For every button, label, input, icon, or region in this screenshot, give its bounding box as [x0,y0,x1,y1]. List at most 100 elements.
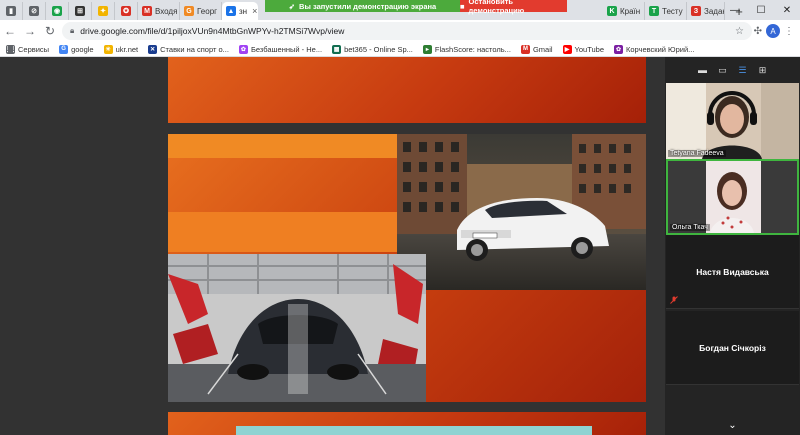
bookmark-label: Корчевский Юрий... [626,44,695,54]
bookmark-item[interactable]: ▸ FlashScore: настоль... [422,44,511,54]
view-switcher: ▬ ▭ ☰ ⊞ [665,57,800,83]
bookmark-favicon-icon: ✿ [614,44,624,54]
maximize-button[interactable]: ☐ [748,0,774,20]
share-message: Вы запустили демонстрацию экрана [299,1,437,11]
bookmark-favicon-icon: ▶ [562,44,572,54]
participant-video-tile[interactable]: Tetyana Fadeeva [666,83,799,159]
bookmark-item[interactable]: ✳ ukr.net [103,44,139,54]
slide-next [168,412,646,435]
tab-drive[interactable]: ▲ зн × [222,2,258,20]
bookmark-favicon-icon: ✳ [103,44,113,54]
close-tab-icon[interactable]: × [252,6,257,16]
bookmark-favicon-icon: M [520,44,530,54]
share-icon: ➶ [288,1,296,11]
drive-file-viewer[interactable] [0,57,665,435]
favicon-icon: ✦ [98,6,108,16]
back-icon[interactable]: ← [0,21,20,41]
bookmark-label: bet365 - Online Sp... [344,44,413,54]
bookmark-item[interactable]: M Gmail [520,44,553,54]
tab-label: зн [239,6,248,16]
bookmark-favicon-icon: ▸ [422,44,432,54]
speaker-view-icon[interactable]: ▭ [717,65,729,75]
mic-muted-icon [670,296,678,304]
tab-5[interactable]: ✦ [92,2,115,20]
tab-zadan[interactable]: З Задан [687,2,725,20]
browser-toolbar: ← → ↻ 🔒︎ drive.google.com/file/d/1piljox… [0,20,800,42]
participant-name-tile[interactable]: Настя Видавська [666,235,799,309]
slide-band-middle [168,212,398,252]
tab-1[interactable]: ▮ [0,2,23,20]
bookmark-favicon-icon: ✕ [148,44,158,54]
slide-current [168,134,646,402]
bookmark-label: Ставки на спорт о... [160,44,229,54]
bookmark-item[interactable]: ▶ YouTube [562,44,605,54]
tab-6[interactable]: ✪ [115,2,138,20]
favicon-icon: ▲ [226,6,236,16]
favicon-icon: ⊘ [29,6,39,16]
bookmark-favicon-icon: ✿ [238,44,248,54]
participant-name: Настя Видавська [696,266,769,277]
favicon-icon: G [184,6,194,16]
participant-name-tile[interactable]: Богдан Січкоріз [666,311,799,385]
favicon-icon: T [649,6,659,16]
minimize-button[interactable]: — [722,0,748,20]
participant-name: Богдан Січкоріз [699,342,766,353]
bookmark-label: YouTube [574,44,605,54]
tab-test[interactable]: T Тесту [645,2,687,20]
bookmark-label: google [71,44,94,54]
bookmark-star-icon[interactable]: ☆ [735,26,744,37]
car-photo [397,134,646,290]
favicon-icon: ◉ [52,6,62,16]
bookmarks-bar: ⋮⋮ Сервисы Ggoogle ✳ ukr.net ✕ Ставки на спорт… [0,42,800,57]
participant-video-tile-active[interactable]: Ольга Ткач [666,159,799,235]
bookmark-item[interactable]: ⋮⋮ Сервисы [5,44,50,54]
tab-label: Країн [620,6,641,16]
extensions-icon[interactable]: ✣ [754,26,762,37]
stop-share-button[interactable]: ■ Остановить демонстрацию [460,0,567,15]
slide-next-title-box [236,426,592,435]
tab-label: Георг [197,6,218,16]
screen-share-banner: ➶ Вы запустили демонстрацию экрана ■ Ост… [265,0,567,15]
strip-view-icon[interactable]: ☰ [737,65,749,75]
tab-krai[interactable]: K Країн [603,2,645,20]
bookmark-label: Сервисы [18,44,50,54]
tab-georg[interactable]: G Георг [180,2,222,20]
forward-icon[interactable]: → [20,21,40,41]
slide-previous [168,57,646,123]
participant-name: Tetyana Fadeeva [668,150,726,157]
bookmark-favicon-icon: G [59,44,69,54]
stop-icon: ■ [460,1,465,11]
favicon-icon: З [691,6,701,16]
bookmark-item[interactable]: ✿ Безбашенный - Не... [238,44,323,54]
tab-2[interactable]: ⊘ [23,2,46,20]
profile-avatar[interactable]: A [766,24,780,38]
share-status: ➶ Вы запустили демонстрацию экрана [265,0,460,12]
stop-share-label: Остановить демонстрацию [468,0,525,15]
scroll-down-chevron-icon[interactable]: ⌄ [665,420,800,431]
tab-3[interactable]: ◉ [46,2,69,20]
browser-menu-icon[interactable]: ⋮ [784,26,794,37]
tab-4[interactable]: ⊞ [69,2,92,20]
favicon-icon: ✪ [121,6,131,16]
tab-gmail[interactable]: M Входя [138,2,180,20]
reload-icon[interactable]: ↻ [40,21,60,41]
participant-name: Ольга Ткач [670,224,710,231]
bookmark-item[interactable]: ▦ bet365 - Online Sp... [332,44,413,54]
bookmark-label: FlashScore: настоль... [434,44,511,54]
tab-label: Входя [155,6,178,16]
slide-band-top [168,134,398,158]
bookmark-item[interactable]: Ggoogle [59,44,94,54]
bookmark-label: ukr.net [115,44,139,54]
gallery-view-icon[interactable]: ⊞ [757,65,769,75]
address-bar[interactable]: 🔒︎ drive.google.com/file/d/1piljoxVUn9n4… [62,22,752,40]
url-text: drive.google.com/file/d/1piljoxVUn9n4Mtb… [80,26,345,36]
factory-photo [168,254,426,402]
bookmark-favicon-icon: ▦ [332,44,342,54]
close-window-button[interactable]: ✕ [774,0,800,20]
bookmark-item[interactable]: ✕ Ставки на спорт о... [148,44,229,54]
lock-icon: 🔒︎ [70,26,75,35]
minimize-panel-icon[interactable]: ▬ [697,65,709,75]
bookmark-item[interactable]: ✿ Корчевский Юрий... [614,44,695,54]
favicon-icon: M [142,6,152,16]
bookmark-label: Безбашенный - Не... [250,44,323,54]
